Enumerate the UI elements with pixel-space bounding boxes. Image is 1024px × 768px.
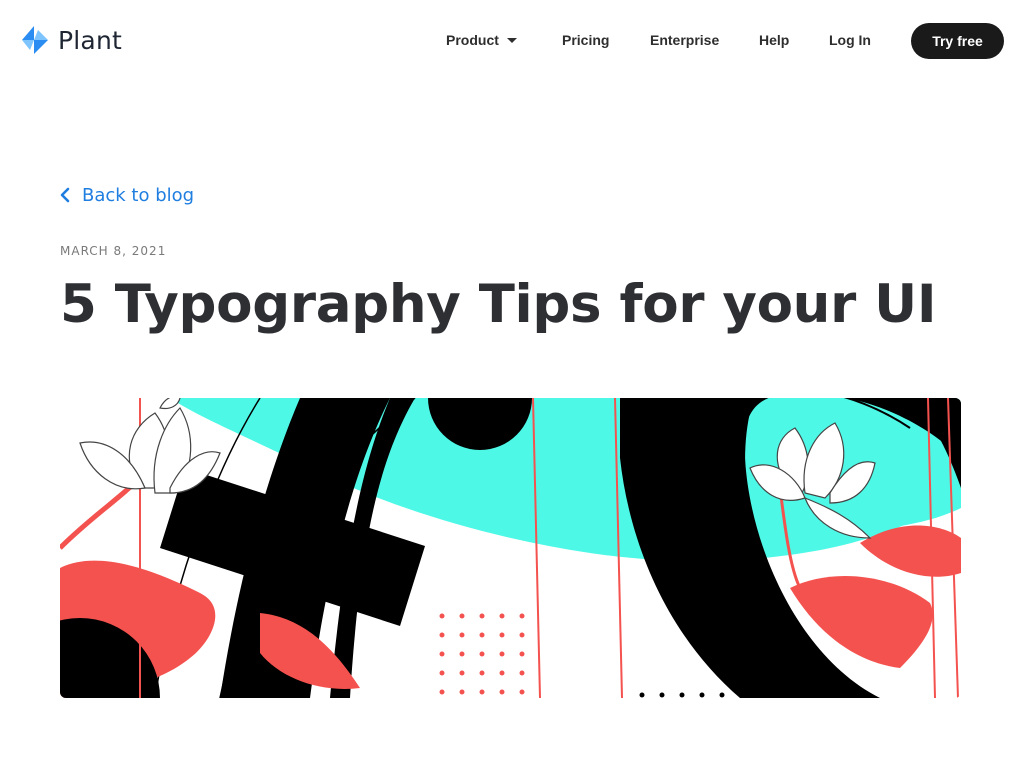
plant-logo-icon: [22, 26, 48, 54]
nav-login[interactable]: Log In: [829, 31, 871, 49]
site-header: Plant Product Pricing Enterprise Help Lo…: [0, 0, 1024, 80]
hero-image: [60, 398, 961, 698]
nav-pricing[interactable]: Pricing: [562, 31, 609, 49]
nav-help-label: Help: [759, 32, 790, 48]
nav-login-label: Log In: [829, 32, 871, 48]
try-free-button[interactable]: Try free: [911, 23, 1004, 59]
chevron-left-icon: [60, 187, 70, 203]
back-to-blog-link[interactable]: Back to blog: [60, 183, 194, 207]
nav-enterprise[interactable]: Enterprise: [650, 31, 719, 49]
nav-product[interactable]: Product: [446, 31, 517, 49]
nav-pricing-label: Pricing: [562, 32, 610, 48]
chevron-down-icon: [506, 37, 517, 43]
hero-illustration: [60, 398, 961, 698]
nav-help[interactable]: Help: [759, 31, 789, 49]
page: Plant Product Pricing Enterprise Help Lo…: [0, 0, 1024, 768]
back-to-blog-label: Back to blog: [82, 184, 195, 206]
nav-enterprise-label: Enterprise: [650, 32, 720, 48]
nav-product-label: Product: [446, 32, 499, 48]
post-date: MARCH 8, 2021: [60, 244, 167, 258]
brand-name: Plant: [58, 25, 122, 55]
page-title: 5 Typography Tips for your UI: [60, 274, 937, 335]
brand-logo[interactable]: Plant: [20, 24, 122, 56]
